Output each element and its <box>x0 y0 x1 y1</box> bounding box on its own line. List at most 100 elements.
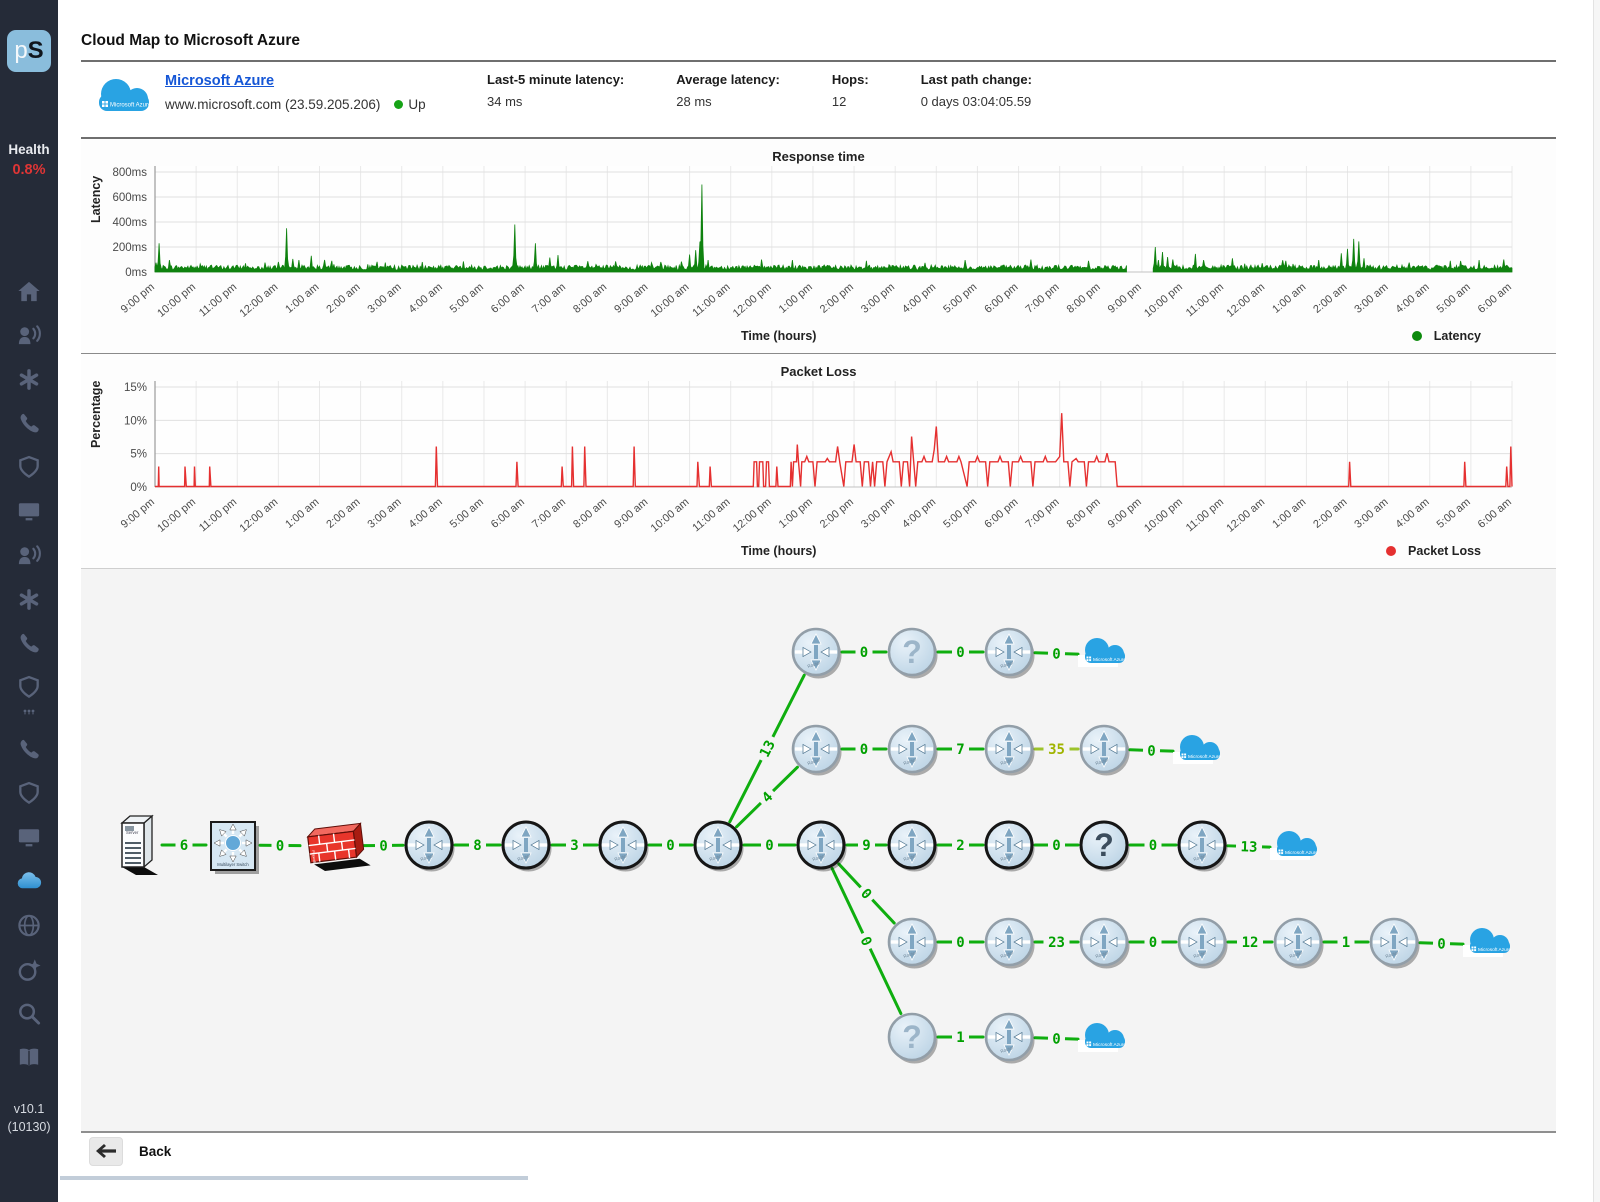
sidebar-item-voice-1[interactable] <box>15 322 43 349</box>
sidebar-item-voice-6[interactable] <box>15 542 43 569</box>
asterisk-icon <box>15 366 43 393</box>
x-tick-label: 9:00 pm <box>1106 496 1144 531</box>
x-tick-label: 2:00 am <box>324 496 362 531</box>
x-tick-label: 11:00 am <box>690 496 732 534</box>
voice-icon <box>15 542 43 569</box>
link-metric-label: 0 <box>1147 743 1156 759</box>
x-tick-label: 10:00 pm <box>155 496 198 535</box>
y-tick-label: 5% <box>130 449 147 461</box>
svg-text:Server: Server <box>126 830 139 835</box>
link-metric-label: 7 <box>956 742 964 758</box>
sidebar-item-asterisk-7[interactable] <box>15 586 43 613</box>
chart-legend: Packet Loss <box>1386 544 1481 558</box>
horizontal-scrollbar-thumb[interactable] <box>60 1176 528 1180</box>
chart-x-axis-title: Time (hours) <box>741 329 816 343</box>
y-tick-label: 15% <box>124 382 147 394</box>
chart-legend: Latency <box>1412 329 1481 343</box>
dots-icon <box>15 708 43 722</box>
stat-hops: Hops: 12 <box>832 72 869 109</box>
sidebar-item-shield-4[interactable] <box>15 454 43 481</box>
x-tick-label: 2:00 am <box>1311 281 1349 316</box>
x-tick-label: 7:00 am <box>530 496 568 531</box>
chart-plot: 800ms600ms400ms200ms0ms9:00 pm10:00 pm11… <box>81 166 1556 324</box>
sidebar-item-phone-3[interactable] <box>15 410 43 437</box>
svg-text:Microsoft Azure: Microsoft Azure <box>1478 947 1511 953</box>
back-button[interactable] <box>89 1137 123 1166</box>
sidebar-item-magnifier-17[interactable] <box>15 1000 43 1027</box>
sidebar-item-monitor-5[interactable] <box>15 498 43 525</box>
node-mlswitch-sw1[interactable]: Multilayer Switch <box>211 822 259 874</box>
x-tick-label: 4:00 pm <box>900 496 938 531</box>
link-metric-label: 0 <box>765 838 773 854</box>
link-metric-label: 0 <box>1149 838 1157 854</box>
globe-star-icon <box>15 956 43 983</box>
vertical-scrollbar[interactable] <box>1593 0 1600 1202</box>
health-value: 0.8% <box>0 162 58 178</box>
link-metric-label: 9 <box>862 838 870 854</box>
x-tick-label: 5:00 am <box>448 496 486 531</box>
stat-last5-latency: Last-5 minute latency: 34 ms <box>487 72 624 109</box>
svg-text:?: ? <box>902 1019 922 1055</box>
node-firewall-fw1[interactable]: Firewall <box>307 823 371 873</box>
x-tick-label: 3:00 am <box>1352 281 1390 316</box>
sidebar: pS Health 0.8% v10.1 (10130) <box>0 0 58 1202</box>
svg-text:?: ? <box>1094 827 1114 863</box>
sidebar-item-dots-10[interactable] <box>15 708 43 722</box>
x-tick-label: 3:00 pm <box>859 496 897 531</box>
sidebar-item-shield-12[interactable] <box>15 780 43 807</box>
sidebar-item-cloud-14[interactable] <box>15 868 43 895</box>
link-metric-label: 13 <box>1240 839 1257 856</box>
x-tick-label: 8:00 pm <box>1065 281 1103 316</box>
link-metric-label: 23 <box>1048 935 1065 951</box>
sidebar-item-phone-11[interactable] <box>15 736 43 763</box>
svg-text:Microsoft Azure: Microsoft Azure <box>1188 754 1221 760</box>
link-metric-label: 0 <box>1052 838 1060 854</box>
voice-icon <box>15 322 43 349</box>
x-tick-label: 11:00 pm <box>1184 496 1226 534</box>
health-label: Health <box>0 142 58 157</box>
app-logo[interactable]: pS <box>7 30 51 72</box>
sidebar-item-home-0[interactable] <box>15 278 43 305</box>
version-label: v10.1 (10130) <box>0 1100 58 1136</box>
x-tick-label: 9:00 pm <box>119 281 157 316</box>
y-tick-label: 400ms <box>112 217 147 229</box>
x-tick-label: 4:00 am <box>1394 281 1432 316</box>
svg-text:Microsoft Azure: Microsoft Azure <box>110 103 152 109</box>
x-tick-label: 6:00 am <box>1476 281 1514 316</box>
shield-icon <box>15 454 43 481</box>
link-metric-label: 0 <box>1437 936 1446 952</box>
page-title: Cloud Map to Microsoft Azure <box>81 0 1556 50</box>
x-tick-label: 3:00 pm <box>859 281 897 316</box>
sidebar-item-shield-9[interactable] <box>15 674 43 701</box>
sidebar-item-globe-15[interactable] <box>15 912 43 939</box>
chart-y-axis-title: Latency <box>89 176 103 223</box>
phone-icon <box>15 736 43 763</box>
x-tick-label: 5:00 am <box>448 281 486 316</box>
x-tick-label: 12:00 am <box>1224 496 1267 535</box>
chart-title: Response time <box>81 149 1512 164</box>
sidebar-item-monitor-13[interactable] <box>15 824 43 851</box>
sidebar-item-phone-8[interactable] <box>15 630 43 657</box>
device-link[interactable]: Microsoft Azure <box>165 73 274 89</box>
x-tick-label: 6:00 am <box>489 281 527 316</box>
link-metric-label: 6 <box>180 838 188 854</box>
sidebar-item-globe-star-16[interactable] <box>15 956 43 983</box>
sidebar-item-asterisk-2[interactable] <box>15 366 43 393</box>
x-tick-label: 6:00 am <box>1476 496 1514 531</box>
svg-text:?: ? <box>902 634 922 670</box>
x-tick-label: 5:00 pm <box>941 496 979 531</box>
svg-text:Microsoft Azure: Microsoft Azure <box>1093 1042 1126 1048</box>
stat-last-path-change: Last path change: 0 days 03:04:05.59 <box>921 72 1032 109</box>
x-tick-label: 1:00 am <box>1270 496 1308 531</box>
phone-icon <box>15 410 43 437</box>
device-summary: Microsoft Azure Microsoft Azure www.micr… <box>81 62 1556 137</box>
sidebar-item-book-18[interactable] <box>15 1044 43 1071</box>
x-tick-label: 5:00 am <box>1435 281 1473 316</box>
chart-x-axis-title: Time (hours) <box>741 544 816 558</box>
link-metric-label: 0 <box>1052 1031 1061 1047</box>
link-metric-label: 8 <box>473 838 481 854</box>
x-tick-label: 7:00 am <box>530 281 568 316</box>
link-metric-label: 1 <box>1342 935 1350 951</box>
x-tick-label: 8:00 pm <box>1065 496 1103 531</box>
link-metric-label: 0 <box>379 838 388 854</box>
